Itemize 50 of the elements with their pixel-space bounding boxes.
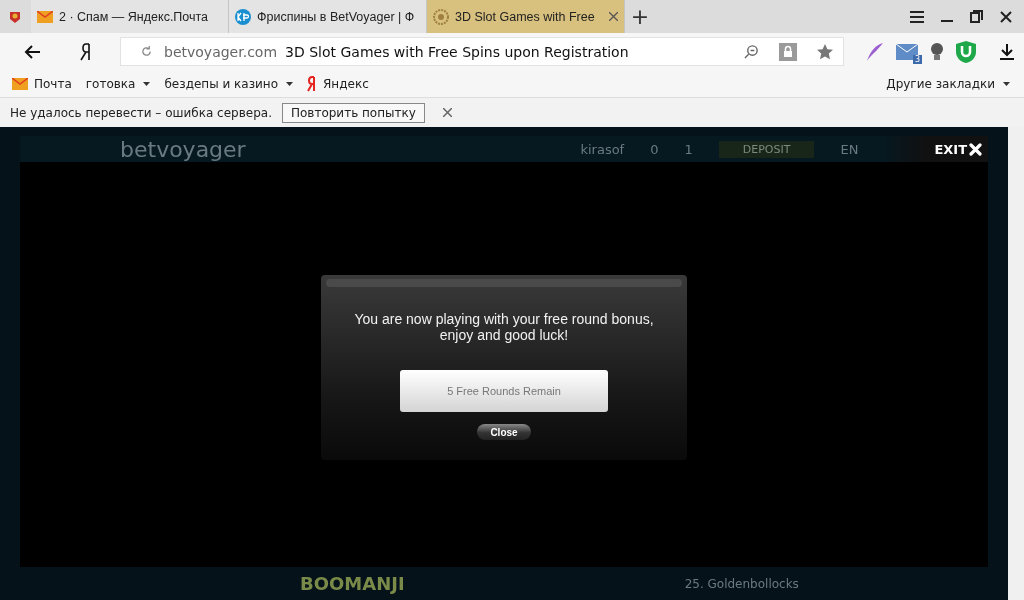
emblem-icon bbox=[433, 8, 449, 25]
yandex-logo-icon bbox=[307, 75, 318, 92]
restore-icon[interactable] bbox=[970, 10, 983, 23]
site-logo: betvoyager bbox=[120, 136, 246, 162]
other-bookmarks[interactable]: Другие закладки bbox=[886, 76, 1010, 91]
reload-icon bbox=[141, 46, 152, 57]
kf-logo-icon bbox=[235, 8, 251, 25]
scrollbar[interactable] bbox=[1008, 127, 1024, 600]
search-icon[interactable] bbox=[744, 44, 759, 59]
envelope-icon bbox=[12, 77, 28, 90]
banner-title: BOOMANJI bbox=[300, 573, 405, 594]
yandex-logo-icon[interactable] bbox=[80, 42, 92, 61]
language-selector[interactable]: EN bbox=[840, 141, 859, 157]
bookmark[interactable]: готовка bbox=[85, 75, 151, 92]
username: kirasof bbox=[580, 141, 625, 157]
lightbulb-icon[interactable] bbox=[930, 42, 944, 61]
close-button[interactable]: Close bbox=[477, 424, 531, 440]
free-rounds-panel: 5 Free Rounds Remain bbox=[400, 370, 608, 412]
url-host: betvoyager.com bbox=[164, 43, 278, 60]
unread-count: 3 bbox=[912, 54, 922, 64]
caret-icon bbox=[286, 81, 294, 86]
lock-icon[interactable] bbox=[779, 42, 797, 61]
close-icon bbox=[969, 142, 982, 156]
download-icon[interactable] bbox=[1000, 43, 1014, 60]
bookmark[interactable]: Яндекс bbox=[307, 75, 369, 92]
envelope-icon bbox=[37, 10, 53, 23]
star-icon[interactable] bbox=[817, 43, 833, 60]
back-arrow-icon[interactable] bbox=[24, 44, 40, 59]
menu-icon[interactable] bbox=[910, 10, 924, 23]
browser-tab[interactable]: Фриспины в BetVoyager | Ф bbox=[229, 0, 427, 33]
caret-icon bbox=[1003, 81, 1010, 86]
feather-icon[interactable] bbox=[866, 41, 884, 62]
page-title: 3D Slot Games with Free Spins upon Registration bbox=[285, 43, 629, 60]
game-title: 25. Goldenbollocks bbox=[684, 576, 799, 591]
browser-tab[interactable]: 3D Slot Games with Free bbox=[427, 0, 625, 33]
browser-tab[interactable]: 2 · Спам — Яндекс.Почта bbox=[31, 0, 229, 33]
close-icon[interactable] bbox=[442, 108, 452, 117]
bonus-message: You are now playing with your free round bonus, enjoy and good luck! bbox=[354, 311, 654, 343]
translate-error-message: Не удалось перевести – ошибка сервера. bbox=[10, 105, 272, 120]
caret-icon bbox=[143, 81, 151, 86]
new-tab-button[interactable]: + bbox=[625, 5, 655, 28]
coin-count: 0 bbox=[650, 141, 659, 157]
address-field[interactable]: betvoyager.com 3D Slot Games with Free Spins upon Registration bbox=[120, 37, 844, 66]
bookmark[interactable]: Почта bbox=[12, 75, 72, 92]
message-count: 1 bbox=[684, 141, 693, 157]
retry-button[interactable]: Повторить попытку bbox=[281, 102, 425, 123]
shield-icon[interactable] bbox=[956, 40, 976, 63]
deposit-button[interactable]: DEPOSIT bbox=[718, 140, 815, 158]
close-icon[interactable] bbox=[1000, 10, 1012, 23]
bookmark[interactable]: бездепы и казино bbox=[164, 75, 294, 92]
